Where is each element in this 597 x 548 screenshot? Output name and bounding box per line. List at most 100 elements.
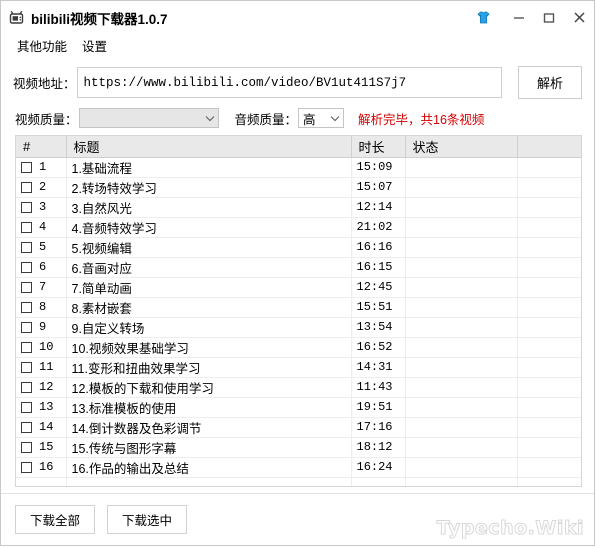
download-selected-button[interactable]: 下载选中	[107, 505, 188, 534]
table-row[interactable]: 13 13.标准模板的使用 19:51	[16, 397, 581, 418]
row-title-cell: 15.传统与图形字幕	[66, 437, 352, 458]
table-row[interactable]: 16 16.作品的输出及总结 16:24	[16, 457, 581, 478]
video-quality-select[interactable]	[78, 108, 219, 128]
row-extra-cell	[517, 457, 581, 478]
video-url-input[interactable]	[76, 67, 502, 98]
row-checkbox[interactable]	[21, 181, 32, 193]
row-checkbox[interactable]	[21, 281, 32, 293]
row-index-label: 6	[39, 260, 47, 274]
table-row[interactable]: 12 12.模板的下载和使用学习 11:43	[16, 377, 581, 398]
row-index-cell: 13	[16, 397, 67, 418]
close-button[interactable]	[564, 1, 594, 34]
download-all-button[interactable]: 下载全部	[15, 505, 96, 534]
row-duration-cell: 13:54	[351, 317, 406, 338]
row-index-label: 16	[39, 460, 54, 474]
column-header-title[interactable]: 标题	[66, 136, 352, 158]
column-header-duration[interactable]: 时长	[351, 136, 406, 158]
row-checkbox[interactable]	[21, 241, 32, 253]
row-checkbox[interactable]	[21, 301, 32, 313]
title-bar: bilibili视频下载器1.0.7	[1, 1, 594, 34]
menu-bar: 其他功能 设置	[1, 34, 594, 57]
row-extra-cell	[517, 417, 581, 438]
table-row[interactable]: 4 4.音频特效学习 21:02	[16, 217, 581, 238]
row-index-cell: 9	[16, 317, 67, 338]
column-header-extra[interactable]	[517, 136, 581, 158]
row-checkbox[interactable]	[21, 361, 32, 373]
row-title-cell: 10.视频效果基础学习	[66, 337, 352, 358]
row-checkbox[interactable]	[21, 341, 32, 353]
table-row[interactable]: 6 6.音画对应 16:15	[16, 257, 581, 278]
app-window: bilibili视频下载器1.0.7 其他功能 设置 视频地址： https:/…	[0, 0, 595, 546]
table-row[interactable]: 10 10.视频效果基础学习 16:52	[16, 337, 581, 358]
row-index-cell: 8	[16, 297, 67, 318]
row-checkbox[interactable]	[21, 321, 32, 333]
empty-cell	[517, 477, 581, 486]
row-checkbox[interactable]	[21, 401, 32, 413]
bottom-bar: 下载全部 下载选中 Typecho.Wiki	[1, 493, 594, 545]
row-index-label: 15	[39, 440, 54, 454]
row-index-label: 4	[39, 220, 47, 234]
table-row[interactable]: 14 14.倒计数器及色彩调节 17:16	[16, 417, 581, 438]
row-checkbox[interactable]	[21, 161, 32, 173]
table-row[interactable]: 8 8.素材嵌套 15:51	[16, 297, 581, 318]
row-checkbox[interactable]	[21, 201, 32, 213]
column-header-index[interactable]: #	[16, 136, 67, 158]
row-duration-cell: 15:51	[351, 297, 406, 318]
row-extra-cell	[517, 177, 581, 198]
row-title-cell: 8.素材嵌套	[66, 297, 352, 318]
row-checkbox[interactable]	[21, 441, 32, 453]
row-title-cell: 12.模板的下载和使用学习	[66, 377, 352, 398]
table-row[interactable]: 15 15.传统与图形字幕 18:12	[16, 437, 581, 458]
row-index-cell: 16	[16, 457, 67, 478]
row-duration-cell: 15:07	[351, 177, 406, 198]
empty-cell	[66, 477, 352, 486]
row-index-label: 1	[39, 160, 47, 174]
table-header-row: # 标题 时长 状态	[16, 136, 581, 158]
row-duration-cell: 12:14	[351, 197, 406, 218]
row-index-cell: 5	[16, 237, 67, 258]
table-row[interactable]: 5 5.视频编辑 16:16	[16, 237, 581, 258]
row-checkbox[interactable]	[21, 261, 32, 273]
column-header-status[interactable]: 状态	[405, 136, 518, 158]
row-duration-cell: 19:51	[351, 397, 406, 418]
shirt-icon[interactable]	[470, 9, 496, 26]
row-duration-cell: 16:16	[351, 237, 406, 258]
row-checkbox[interactable]	[21, 421, 32, 433]
row-status-cell	[405, 237, 518, 258]
row-status-cell	[405, 397, 518, 418]
row-duration-cell: 16:15	[351, 257, 406, 278]
table-row[interactable]: 9 9.自定义转场 13:54	[16, 317, 581, 338]
row-status-cell	[405, 317, 518, 338]
row-duration-cell: 17:16	[351, 417, 406, 438]
audio-quality-select[interactable]: 高	[298, 108, 345, 128]
row-checkbox[interactable]	[21, 461, 32, 473]
table-row[interactable]: 3 3.自然风光 12:14	[16, 197, 581, 218]
row-index-cell: 14	[16, 417, 67, 438]
row-extra-cell	[517, 297, 581, 318]
row-index-label: 2	[39, 180, 47, 194]
row-index-cell: 10	[16, 337, 67, 358]
row-extra-cell	[517, 217, 581, 238]
menu-item-other-functions[interactable]: 其他功能	[11, 34, 76, 57]
row-title-cell: 5.视频编辑	[66, 237, 352, 258]
row-index-label: 3	[39, 200, 47, 214]
row-checkbox[interactable]	[21, 221, 32, 233]
menu-item-settings[interactable]: 设置	[76, 34, 116, 57]
row-extra-cell	[517, 357, 581, 378]
row-duration-cell: 18:12	[351, 437, 406, 458]
maximize-button[interactable]	[534, 1, 564, 34]
parse-button[interactable]: 解析	[518, 66, 582, 99]
row-index-cell: 6	[16, 257, 67, 278]
row-duration-cell: 14:31	[351, 357, 406, 378]
chevron-down-icon	[327, 115, 343, 122]
row-title-cell: 11.变形和扭曲效果学习	[66, 357, 352, 378]
minimize-button[interactable]	[504, 1, 534, 34]
table-row[interactable]: 7 7.简单动画 12:45	[16, 277, 581, 298]
table-row[interactable]: 1 1.基础流程 15:09	[16, 157, 581, 178]
row-index-label: 7	[39, 280, 47, 294]
table-row[interactable]: 11 11.变形和扭曲效果学习 14:31	[16, 357, 581, 378]
table-row[interactable]: 2 2.转场特效学习 15:07	[16, 177, 581, 198]
row-duration-cell: 21:02	[351, 217, 406, 238]
row-index-label: 14	[39, 420, 54, 434]
row-checkbox[interactable]	[21, 381, 32, 393]
